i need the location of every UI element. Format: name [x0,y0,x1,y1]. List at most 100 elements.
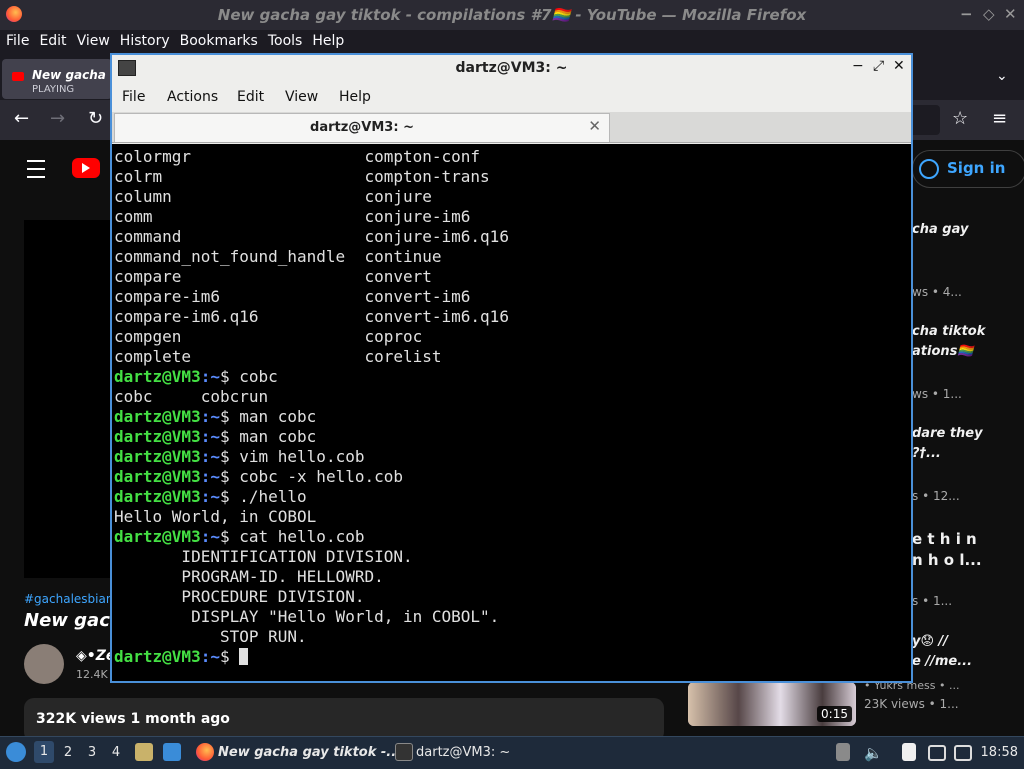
terminal-cursor [239,648,249,665]
video-thumbnail[interactable]: 0:15 [688,682,856,726]
menu-edit[interactable]: Edit [34,30,71,49]
firefox-titlebar: New gacha gay tiktok - compilations #7🏳️… [0,0,1024,30]
menu-bookmarks[interactable]: Bookmarks [175,30,263,49]
terminal-tabbar: dartz@VM3: ~ ✕ [112,112,911,143]
list-tabs-chevron-down-icon[interactable]: ⌄ [996,68,1008,84]
start-menu-icon[interactable] [6,742,26,762]
menu-history[interactable]: History [115,30,175,49]
hamburger-menu-icon[interactable] [27,160,45,178]
notes-icon[interactable] [902,743,916,761]
terminal-tab-label: dartz@VM3: ~ [310,120,414,135]
completion-entry: compgen [114,327,365,346]
prompt-user: dartz@VM3 [114,407,201,426]
firefox-menubar: File Edit View History Bookmarks Tools Help [0,30,1024,54]
desktop-icon[interactable] [163,743,181,761]
tab-status: PLAYING [32,84,75,95]
completion-entry: comm [114,207,365,226]
window-title: New gacha gay tiktok - compilations #7🏳️… [217,6,807,24]
taskbar-terminal[interactable]: dartz@VM3: ~ [416,742,510,764]
terminal-titlebar[interactable]: dartz@VM3: ~ − ⤢ ✕ [112,55,911,81]
terminal-line: colormgr compton-conf [114,147,509,167]
terminal-window[interactable]: dartz@VM3: ~ − ⤢ ✕ File Actions Edit Vie… [110,53,913,683]
display-icon[interactable] [928,745,946,761]
terminal-line: command_not_found_handle continue [114,247,509,267]
terminal-output-text: DISPLAY "Hello World, in COBOL". [114,607,500,626]
terminal-line: column conjure [114,187,509,207]
terminal-text: colormgr compton-conf colrm compton-trans… [114,147,509,667]
file-manager-icon[interactable] [135,743,153,761]
terminal-menu-edit[interactable]: Edit [237,89,264,105]
maximize-icon[interactable]: ◇ [983,5,995,23]
terminal-line: dartz@VM3:~$ cobc [114,367,509,387]
terminal-line: STOP RUN. [114,627,509,647]
sidebar-video-title[interactable]: cha gay [912,222,968,237]
network-icon[interactable] [954,745,972,761]
prompt-user: dartz@VM3 [114,647,201,666]
sidebar-video-title[interactable]: y😟 // [912,634,948,649]
terminal-output[interactable]: colormgr compton-conf colrm compton-trans… [112,144,911,681]
back-arrow-icon[interactable]: ← [14,108,29,129]
terminal-line: PROCEDURE DIVISION. [114,587,509,607]
sidebar-video-title[interactable]: ?†... [912,446,941,461]
terminal-task-icon [395,743,413,761]
terminal-menu-file[interactable]: File [122,89,145,105]
terminal-output-text: Hello World, in COBOL [114,507,317,526]
workspace-3[interactable]: 3 [82,745,102,760]
minimize-icon[interactable]: − [960,5,973,23]
menu-file[interactable]: File [0,30,34,49]
close-icon[interactable]: ✕ [1004,5,1017,23]
sidebar-video-title[interactable]: n h o l... [912,551,982,569]
sidebar-video-title[interactable]: e t h i n [912,530,977,548]
prompt-path: :~ [200,407,220,426]
prompt-user: dartz@VM3 [114,367,201,386]
terminal-line: complete corelist [114,347,509,367]
workspace-4[interactable]: 4 [106,745,126,760]
prompt-symbol: $ [219,427,230,446]
completion-entry: colormgr [114,147,365,166]
sidebar-video-title[interactable]: e //me... [912,654,972,669]
minimize-icon[interactable]: − [852,58,864,74]
workspace-2[interactable]: 2 [58,745,78,760]
maximize-icon[interactable]: ⤢ [873,58,884,74]
prompt-symbol: $ [219,647,230,666]
terminal-menu-actions[interactable]: Actions [167,89,218,105]
terminal-output-text: IDENTIFICATION DIVISION. [114,547,413,566]
bookmark-star-icon[interactable]: ☆ [952,108,968,129]
clipboard-icon[interactable] [836,743,850,761]
terminal-line: compare convert [114,267,509,287]
sign-in-button[interactable]: Sign in [912,150,1024,188]
menu-view[interactable]: View [72,30,115,49]
terminal-line: dartz@VM3:~$ man cobc [114,407,509,427]
terminal-line: command conjure-im6.q16 [114,227,509,247]
sidebar-video-title[interactable]: ations🏳️‍🌈 [912,344,974,359]
terminal-menu-view[interactable]: View [285,89,318,105]
terminal-command [230,647,240,666]
completion-entry: compare-im6.q16 [114,307,365,326]
volume-icon[interactable]: 🔈 [864,744,883,762]
reload-icon[interactable]: ↻ [88,108,103,129]
forward-arrow-icon[interactable]: → [50,108,65,129]
terminal-line: comm conjure-im6 [114,207,509,227]
terminal-output-text: PROCEDURE DIVISION. [114,587,365,606]
menu-tools[interactable]: Tools [263,30,308,49]
youtube-play-triangle-icon [82,163,90,173]
sidebar-video-title[interactable]: cha tiktok [912,324,985,339]
prompt-path: :~ [200,447,220,466]
sidebar-video-title[interactable]: dare they [912,426,983,441]
workspace-1[interactable]: 1 [34,741,54,763]
close-icon[interactable]: ✕ [893,58,905,74]
taskbar-firefox[interactable]: New gacha gay tiktok -... [218,742,401,764]
menu-help[interactable]: Help [307,30,349,49]
app-menu-icon[interactable]: ≡ [992,108,1007,129]
prompt-symbol: $ [219,447,230,466]
completion-entry: command [114,227,365,246]
browser-tab[interactable]: New gacha gay tiktok PLAYING [2,59,112,99]
terminal-tab[interactable]: dartz@VM3: ~ ✕ [114,113,610,142]
prompt-symbol: $ [219,407,230,426]
channel-avatar[interactable] [24,644,64,684]
sidebar-video-meta: 23K views • 1... [864,697,959,711]
taskbar: 1 2 3 4 New gacha gay tiktok -... dartz@… [0,736,1024,769]
prompt-symbol: $ [219,367,230,386]
close-tab-icon[interactable]: ✕ [588,117,601,135]
terminal-menu-help[interactable]: Help [339,89,371,105]
